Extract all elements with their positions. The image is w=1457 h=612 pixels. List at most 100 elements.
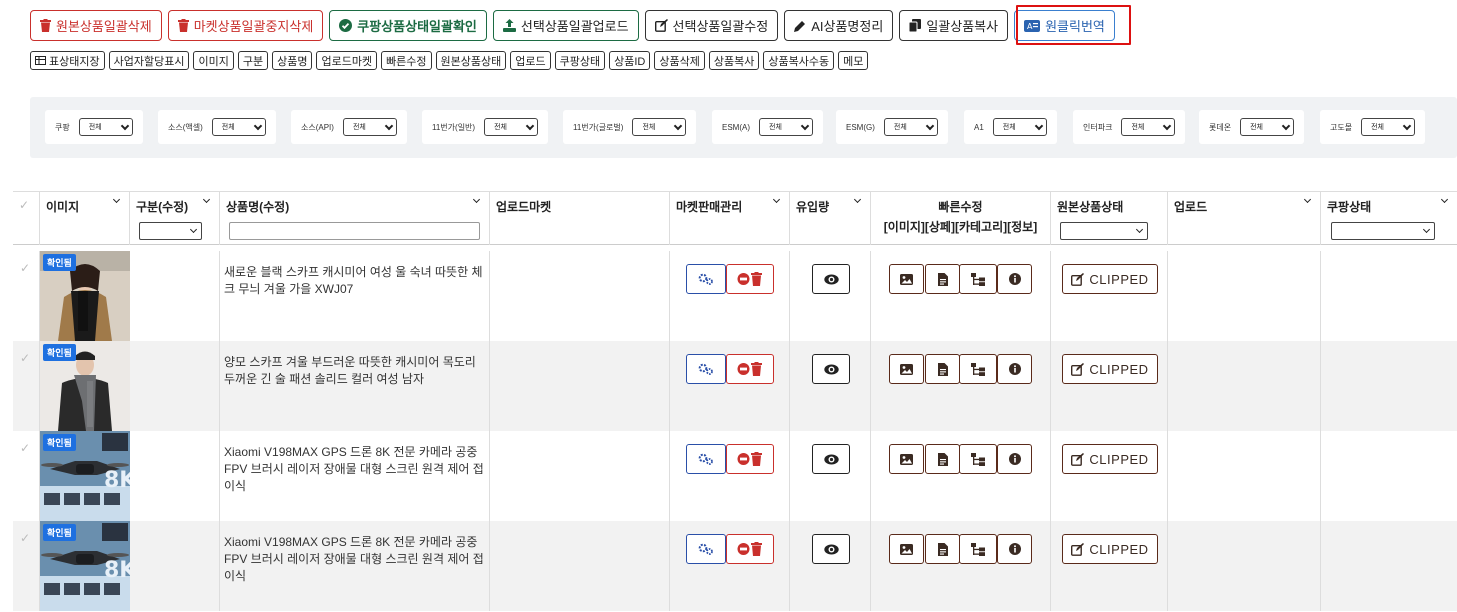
quick-edit-category-button[interactable] — [959, 354, 997, 384]
quick-edit-image-button[interactable] — [889, 534, 924, 564]
column-toggle[interactable]: 메모 — [838, 51, 869, 70]
edit-icon — [654, 19, 668, 32]
quick-edit-detail-button[interactable] — [925, 354, 960, 384]
view-traffic-button[interactable] — [812, 444, 850, 474]
product-thumbnail[interactable]: 확인됨 — [40, 251, 130, 341]
chevron-down-icon[interactable] — [112, 195, 121, 204]
chevron-down-icon[interactable] — [472, 195, 481, 204]
filter-select[interactable]: 전체 — [632, 118, 687, 136]
stop-delete-market-products-button[interactable]: 마켓상품일괄중지삭제 — [167, 10, 324, 41]
chevron-down-icon[interactable] — [1303, 195, 1312, 204]
edit-icon — [1071, 272, 1085, 286]
filter-select[interactable]: 전체 — [342, 118, 397, 136]
row-select-cell[interactable]: ✓ — [13, 251, 40, 341]
coupang-status-cell — [1321, 521, 1457, 611]
stop-delete-market-button[interactable] — [726, 354, 774, 384]
column-toggle-table-state[interactable]: 표상태지장 — [30, 51, 105, 70]
column-toggle[interactable]: 상품명 — [272, 51, 313, 70]
bulk-copy-products-button[interactable]: 일괄상품복사 — [899, 10, 1009, 41]
quick-edit-detail-button[interactable] — [925, 444, 960, 474]
header-upload-label: 업로드 — [1174, 200, 1208, 214]
quick-edit-image-button[interactable] — [889, 444, 924, 474]
filter-select[interactable]: 전체 — [1121, 118, 1176, 136]
header-source-status-label: 원본상품상태 — [1057, 200, 1124, 214]
stop-delete-market-button[interactable] — [726, 264, 774, 294]
filter-esm-g: ESM(G) 전체 — [836, 110, 948, 144]
market-settings-button[interactable] — [686, 534, 726, 564]
source-status-button[interactable]: CLIPPED — [1062, 354, 1158, 384]
column-toggle[interactable]: 사업자할당표시 — [108, 51, 190, 70]
view-traffic-button[interactable] — [812, 264, 850, 294]
upload-market-cell — [490, 431, 670, 521]
filter-select[interactable]: 전체 — [883, 118, 938, 136]
column-toggle[interactable]: 빠른수정 — [381, 51, 432, 70]
stop-delete-market-button[interactable] — [726, 534, 774, 564]
chevron-down-icon[interactable] — [1440, 195, 1449, 204]
quick-edit-image-button[interactable] — [889, 264, 924, 294]
edit-icon — [1071, 452, 1085, 466]
column-toggle[interactable]: 상품복사 — [708, 51, 760, 70]
select-all-cell[interactable]: ✓ — [13, 192, 40, 245]
product-name: Xiaomi V198MAX GPS 드론 8K 전문 카메라 공중 FPV 브… — [224, 535, 484, 583]
bulk-upload-selected-button[interactable]: 선택상품일괄업로드 — [492, 10, 639, 41]
row-select-cell[interactable]: ✓ — [13, 341, 40, 431]
quick-edit-info-button[interactable] — [997, 354, 1032, 384]
column-toggle[interactable]: 업로드 — [510, 51, 551, 70]
quick-edit-category-button[interactable] — [959, 264, 997, 294]
filter-value: 전체 — [88, 124, 102, 131]
chevron-down-icon[interactable] — [772, 195, 781, 204]
column-toggle[interactable]: 상품삭제 — [654, 51, 705, 70]
filter-select[interactable]: 전체 — [759, 118, 813, 136]
filter-select[interactable]: 전체 — [484, 118, 539, 136]
row-select-cell[interactable]: ✓ — [13, 521, 40, 611]
source-status-filter-select[interactable] — [1060, 222, 1148, 240]
ai-product-name-cleanup-button[interactable]: AI상품명정리 — [784, 10, 894, 41]
coupang-status-filter-select[interactable] — [1331, 222, 1435, 240]
column-toggle[interactable]: 상품ID — [609, 51, 651, 70]
filter-select[interactable]: 전체 — [992, 118, 1047, 136]
chevron-down-icon[interactable] — [202, 195, 211, 204]
quick-edit-info-button[interactable] — [997, 444, 1032, 474]
source-status-button[interactable]: CLIPPED — [1062, 534, 1158, 564]
row-select-cell[interactable]: ✓ — [13, 431, 40, 521]
column-toggle[interactable]: 이미지 — [193, 51, 234, 70]
quick-edit-info-button[interactable] — [997, 264, 1032, 294]
product-thumbnail[interactable]: 확인됨 — [40, 341, 130, 431]
chevron-down-icon[interactable] — [853, 195, 862, 204]
product-thumbnail[interactable]: 8K 확인됨 — [40, 431, 130, 521]
market-settings-button[interactable] — [686, 354, 726, 384]
product-thumbnail[interactable]: 8K 확인됨 — [40, 521, 130, 611]
view-traffic-button[interactable] — [812, 534, 850, 564]
bulk-edit-selected-button[interactable]: 선택상품일괄수정 — [644, 10, 779, 41]
quick-edit-detail-button[interactable] — [925, 264, 960, 294]
filter-select[interactable]: 전체 — [211, 118, 266, 136]
column-toggle[interactable]: 상품복사수동 — [763, 51, 835, 70]
quick-edit-category-button[interactable] — [959, 534, 997, 564]
view-traffic-button[interactable] — [812, 354, 850, 384]
filter-select[interactable]: 전체 — [1361, 118, 1416, 136]
info-icon — [1008, 363, 1021, 375]
product-name-search-input[interactable] — [229, 222, 480, 240]
quick-edit-detail-button[interactable] — [925, 534, 960, 564]
column-toggle[interactable]: 구분 — [237, 51, 269, 70]
verified-badge: 확인됨 — [43, 434, 76, 451]
quick-edit-image-button[interactable] — [889, 354, 924, 384]
source-status-button[interactable]: CLIPPED — [1062, 444, 1158, 474]
quick-edit-info-button[interactable] — [997, 534, 1032, 564]
filter-select[interactable]: 전체 — [1240, 118, 1295, 136]
market-settings-button[interactable] — [686, 264, 726, 294]
stop-delete-market-button[interactable] — [726, 444, 774, 474]
quick-edit-category-button[interactable] — [959, 444, 997, 474]
source-status-button[interactable]: CLIPPED — [1062, 264, 1158, 294]
gears-icon — [698, 363, 713, 375]
chevron-down-icon — [384, 121, 394, 130]
column-toggle[interactable]: 쿠팡상태 — [554, 51, 606, 70]
delete-source-products-button[interactable]: 원본상품일괄삭제 — [30, 10, 162, 41]
column-toggle[interactable]: 원본상품상태 — [435, 51, 507, 70]
column-toggle[interactable]: 업로드마켓 — [316, 51, 378, 70]
market-settings-button[interactable] — [686, 444, 726, 474]
filter-select[interactable]: 전체 — [78, 118, 133, 136]
row-check-icon: ✓ — [20, 261, 31, 275]
category-filter-select[interactable] — [139, 222, 202, 240]
check-coupang-status-button[interactable]: 쿠팡상품상태일괄확인 — [329, 10, 487, 41]
